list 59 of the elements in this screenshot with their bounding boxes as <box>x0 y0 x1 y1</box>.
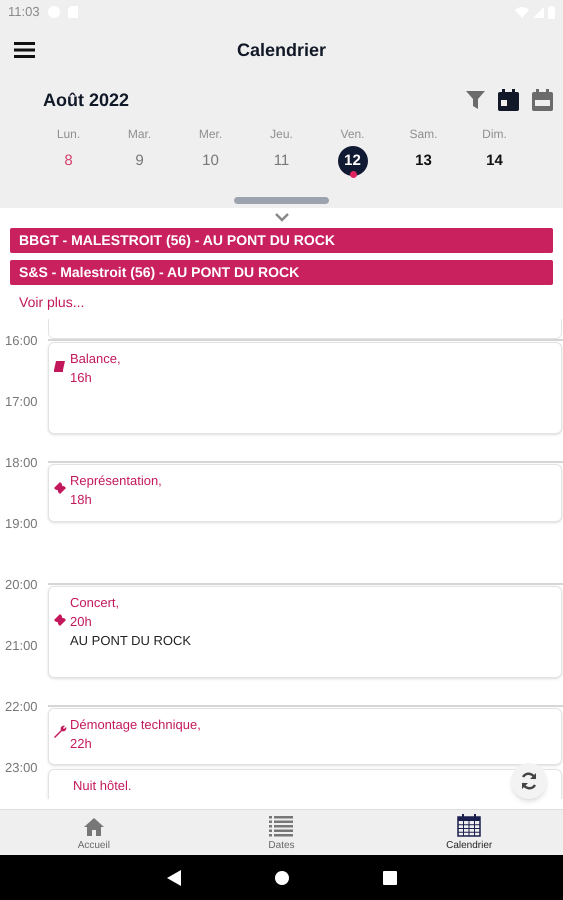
event-title: Représentation, <box>70 472 162 490</box>
week-view-icon[interactable] <box>532 89 553 111</box>
nav-tab[interactable]: Accueil <box>0 810 188 855</box>
nav-tab[interactable]: Calendrier <box>375 810 563 855</box>
month-label: Août 2022 <box>43 88 130 112</box>
day-button[interactable]: 11 <box>266 146 296 176</box>
weekday-label: Mar. <box>128 126 152 143</box>
event-title: Concert, <box>70 594 120 612</box>
event-time: 20h <box>70 613 93 631</box>
recents-icon[interactable] <box>382 870 396 884</box>
hour-label: 20:00 <box>5 578 38 592</box>
status-time: 11:03 <box>8 3 40 22</box>
all-day-event[interactable]: BBGT - MALESTROIT (56) - AU PONT DU ROCK <box>10 228 553 253</box>
day-button[interactable]: 8 <box>54 146 84 176</box>
event-time: 18h <box>70 491 93 509</box>
event-card[interactable]: Nuit hôtel. <box>48 769 562 799</box>
refresh-icon <box>519 771 539 791</box>
hour-label: 19:00 <box>5 517 38 531</box>
event-card[interactable]: Balance, 16h <box>48 342 562 434</box>
hour-label: 22:00 <box>5 700 38 714</box>
weekday-label: Ven. <box>340 126 365 143</box>
list-icon <box>269 816 294 837</box>
hour-label: 21:00 <box>5 639 38 653</box>
event-title: Balance, <box>70 350 121 368</box>
weekday-label: Jeu. <box>270 126 293 143</box>
nav-tab[interactable]: Dates <box>188 810 376 855</box>
back-icon[interactable] <box>166 870 180 886</box>
day-button[interactable]: 10 <box>196 146 226 176</box>
chevron-down-icon[interactable] <box>274 212 290 222</box>
weekday-label: Dim. <box>482 126 507 143</box>
see-more-link[interactable]: Voir plus... <box>19 292 84 312</box>
weekday-label: Mer. <box>198 126 222 143</box>
event-card[interactable]: Démontage technique, 22h <box>48 708 562 765</box>
day-view-icon[interactable] <box>498 89 519 111</box>
event-card[interactable]: Concert, 20h AU PONT DU ROCK <box>48 586 562 678</box>
hour-label: 16:00 <box>5 334 38 348</box>
drag-handle[interactable] <box>234 197 329 204</box>
hour-label: 17:00 <box>5 395 38 409</box>
event-time: 16h <box>70 369 93 387</box>
day-button[interactable]: 9 <box>124 146 154 176</box>
all-day-event[interactable]: S&S - Malestroit (56) - AU PONT DU ROCK <box>10 260 553 285</box>
day-button[interactable]: 13 <box>408 146 438 176</box>
event-card[interactable]: Représentation, 18h <box>48 464 562 522</box>
weekday-label: Sam. <box>409 126 438 143</box>
event-title: Démontage technique, <box>70 716 201 734</box>
menu-icon[interactable] <box>14 41 35 59</box>
weekday-label: Lun. <box>56 126 80 143</box>
day-button[interactable]: 14 <box>480 146 510 176</box>
screen-title: Calendrier <box>236 38 326 62</box>
hour-label: 23:00 <box>5 761 38 775</box>
home-circle-icon[interactable] <box>274 870 288 884</box>
day-button[interactable]: 12 <box>338 146 368 176</box>
calendar-icon <box>457 814 482 837</box>
event-time: 22h <box>70 735 93 753</box>
filter-icon[interactable] <box>466 91 485 109</box>
hour-label: 18:00 <box>5 456 38 470</box>
home-icon <box>82 817 105 837</box>
event-location: AU PONT DU ROCK <box>70 632 192 650</box>
event-title: Nuit hôtel. <box>73 777 132 795</box>
